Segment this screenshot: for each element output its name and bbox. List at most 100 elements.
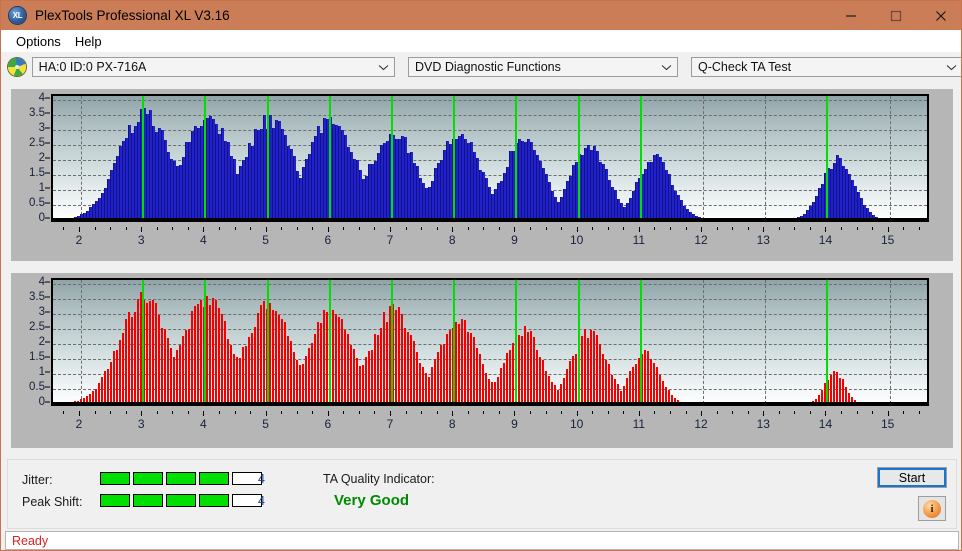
chart-bar <box>461 318 463 404</box>
chart-bar <box>542 360 544 404</box>
y-axis-tick <box>45 172 50 174</box>
drive-select-value: HA:0 ID:0 PX-716A <box>38 59 147 74</box>
chart-bar <box>242 347 244 404</box>
chart-bar <box>518 335 520 404</box>
chart-bar <box>263 300 265 404</box>
x-axis-tick <box>436 227 438 230</box>
x-axis-tick-label: 4 <box>200 233 207 247</box>
chart-bar <box>218 307 220 404</box>
chart-bar <box>254 326 256 404</box>
chart-bar <box>635 363 637 404</box>
chart-bar <box>443 343 445 404</box>
chart-bar <box>164 328 166 404</box>
menu-item-help[interactable]: Help <box>68 33 109 50</box>
maximize-icon[interactable] <box>873 1 918 30</box>
chart-bar <box>839 377 841 404</box>
grid-line-horizontal <box>53 115 927 117</box>
x-axis-tick <box>390 411 392 416</box>
x-axis-tick <box>405 227 407 230</box>
x-axis-tick <box>218 227 220 230</box>
x-axis-tick <box>576 227 578 232</box>
chart-bar <box>545 371 547 404</box>
x-axis-tick <box>250 411 252 414</box>
x-axis-tick <box>125 227 127 230</box>
status-bar: Ready <box>5 531 959 550</box>
chart-bar <box>602 354 604 404</box>
chart-bar <box>836 372 838 404</box>
x-axis-tick <box>78 411 80 416</box>
disc-icon <box>8 57 26 76</box>
chart-bar <box>170 348 172 404</box>
x-axis-tick-label: 7 <box>386 417 394 431</box>
chart-bar <box>110 362 112 404</box>
chart-bar <box>230 344 232 404</box>
x-axis-tick <box>218 411 220 414</box>
y-axis-tick <box>45 127 50 129</box>
chart-bar <box>548 375 550 404</box>
info-button[interactable]: i <box>918 496 946 521</box>
chart-bar <box>386 321 388 404</box>
x-axis-tick <box>94 227 96 230</box>
x-axis-tick <box>234 227 236 230</box>
peak-shift-chart-plot <box>51 278 929 406</box>
peak-shift-label: Peak Shift: <box>22 495 83 509</box>
grid-line-horizontal <box>53 220 927 221</box>
chart-bar <box>362 365 364 404</box>
y-axis-tick <box>45 217 50 219</box>
chevron-down-icon <box>661 60 672 74</box>
chart-bar <box>842 379 844 404</box>
chart-bar <box>365 357 367 404</box>
track-marker-line <box>204 280 207 404</box>
menu-item-options[interactable]: Options <box>9 33 68 50</box>
chevron-down-icon <box>946 60 957 74</box>
chart-bar <box>428 376 430 404</box>
chart-bar <box>338 317 340 404</box>
track-marker-line <box>826 96 829 220</box>
x-axis-tick <box>467 411 469 414</box>
x-axis-tick <box>234 411 236 414</box>
chart-bar <box>173 356 175 404</box>
jitter-label: Jitter: <box>22 473 53 487</box>
peak-shift-chart-y-axis: 0 0.5 1 1.5 2 2.5 3 3.5 4 <box>11 273 50 411</box>
chart-bar <box>272 310 274 404</box>
chart-bar <box>215 299 217 404</box>
ta-quality-label: TA Quality Indicator: <box>323 472 435 486</box>
grid-line-horizontal <box>53 284 927 286</box>
test-select[interactable]: Q-Check TA Test <box>691 56 961 77</box>
x-axis-tick <box>592 227 594 230</box>
x-axis-tick <box>514 411 516 416</box>
x-axis-tick <box>716 227 718 230</box>
x-axis-tick <box>452 411 454 416</box>
x-axis-tick <box>747 411 749 414</box>
chart-bar <box>551 381 553 404</box>
function-select-value: DVD Diagnostic Functions <box>414 59 561 74</box>
grid-line-vertical <box>889 96 891 220</box>
minimize-icon[interactable] <box>828 1 873 30</box>
start-button[interactable]: Start <box>877 467 947 488</box>
chart-bar <box>341 319 343 404</box>
y-axis-tick <box>45 187 50 189</box>
drive-select[interactable]: HA:0 ID:0 PX-716A <box>31 56 395 77</box>
x-axis-tick <box>654 411 656 414</box>
chart-bar <box>350 344 352 404</box>
x-axis-tick <box>576 411 578 416</box>
x-axis-tick <box>872 411 874 414</box>
y-axis-tick <box>45 311 50 313</box>
chart-bar <box>398 307 400 404</box>
x-axis-tick <box>452 227 454 232</box>
chart-bar <box>287 336 289 404</box>
x-axis-tick-label: 11 <box>632 417 646 431</box>
chart-bar <box>209 304 211 404</box>
x-axis-tick <box>327 227 329 232</box>
function-select[interactable]: DVD Diagnostic Functions <box>407 56 678 77</box>
x-axis-tick <box>561 227 563 230</box>
chart-bar <box>566 369 568 404</box>
x-axis-tick-label: 3 <box>137 417 145 431</box>
x-axis-tick <box>312 411 314 414</box>
chart-bar <box>323 310 325 404</box>
chart-bar <box>185 330 187 404</box>
x-axis-tick <box>856 411 858 414</box>
chart-bar <box>599 343 601 404</box>
x-axis-tick <box>607 227 609 230</box>
close-icon[interactable] <box>918 1 961 30</box>
